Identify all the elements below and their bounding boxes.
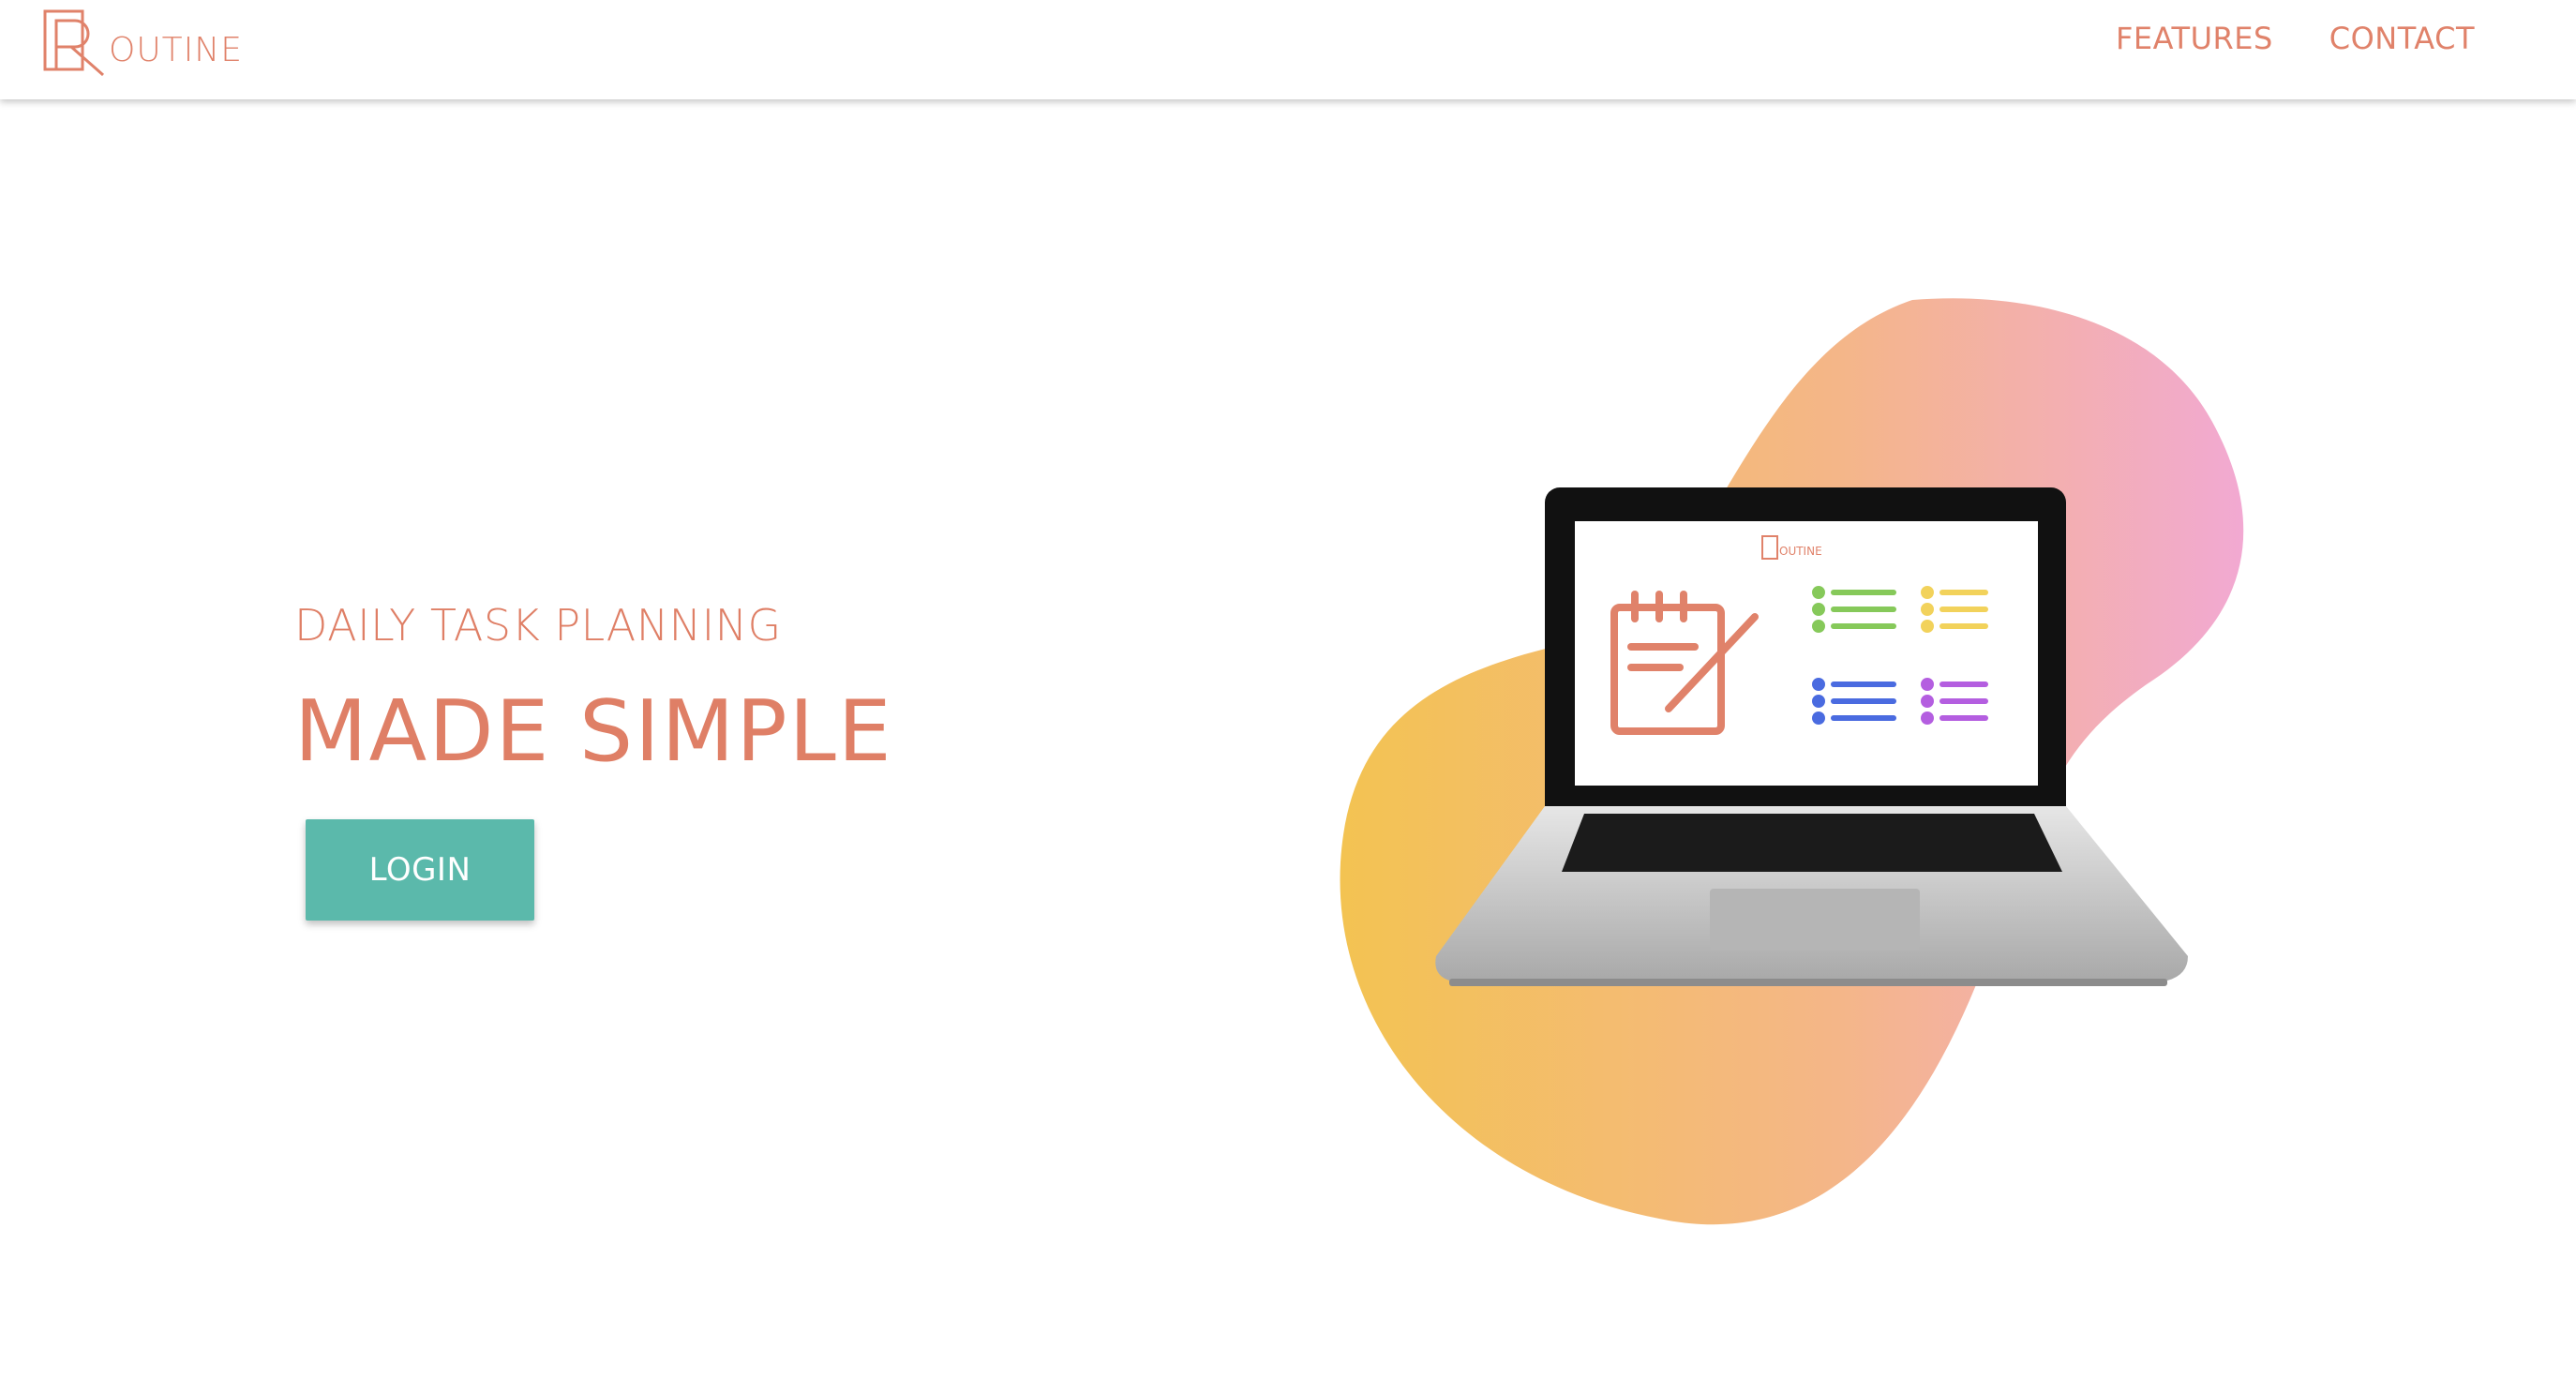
hero-text: DAILY TASK PLANNING MADE SIMPLE: [294, 600, 893, 774]
navbar: OUTINE FEATURES CONTACT: [0, 0, 2576, 99]
hero-subtitle: DAILY TASK PLANNING: [294, 600, 782, 651]
svg-text:OUTINE: OUTINE: [1779, 545, 1822, 558]
brand-name: OUTINE: [109, 31, 243, 69]
brand-logo[interactable]: OUTINE: [41, 7, 243, 77]
nav-links: FEATURES CONTACT: [2116, 21, 2475, 56]
logo-r-mark: [43, 9, 104, 77]
list-icon-yellow: [1921, 586, 1988, 633]
hero-title: MADE SIMPLE: [294, 682, 893, 781]
nav-link-features[interactable]: FEATURES: [2116, 21, 2273, 56]
login-button[interactable]: LOGIN: [306, 819, 534, 921]
nav-link-contact[interactable]: CONTACT: [2329, 21, 2475, 56]
list-icon-purple: [1921, 678, 1988, 725]
hero-illustration: OUTINE: [1340, 298, 2244, 1225]
